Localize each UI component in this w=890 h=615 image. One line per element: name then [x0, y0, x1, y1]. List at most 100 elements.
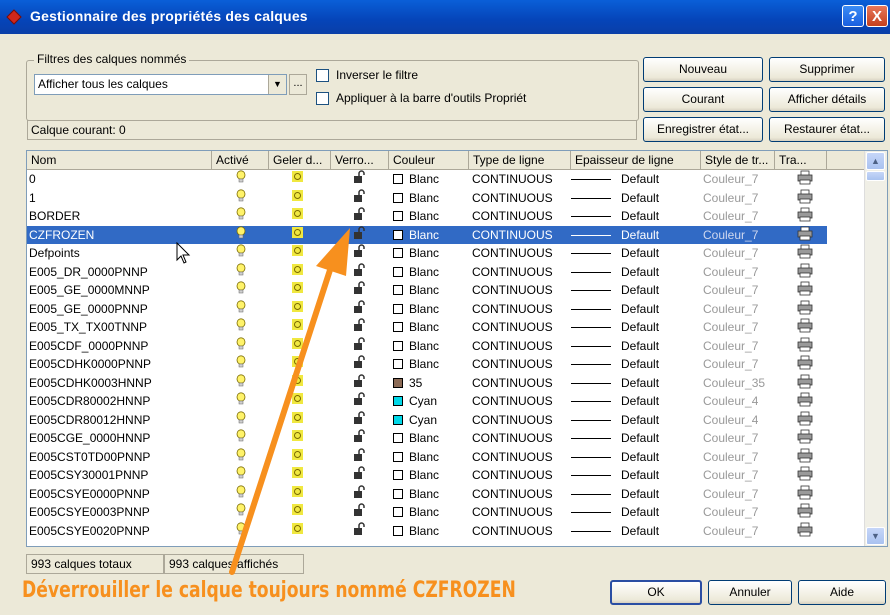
layer-lineweight[interactable]: Default: [621, 503, 659, 521]
lightbulb-icon[interactable]: [235, 281, 249, 299]
cancel-button[interactable]: Annuler: [708, 580, 792, 605]
layer-linetype[interactable]: CONTINUOUS: [472, 411, 553, 429]
layer-lineweight[interactable]: Default: [621, 337, 659, 355]
table-row[interactable]: CZFROZEN Blanc CONTINUOUS Default Couleur_7: [27, 225, 827, 244]
restore-state-button[interactable]: Restaurer état...: [769, 117, 885, 142]
layer-linetype[interactable]: CONTINUOUS: [472, 522, 553, 540]
freeze-sun-icon[interactable]: [291, 503, 305, 521]
layer-lineweight[interactable]: Default: [621, 429, 659, 447]
layer-lineweight[interactable]: Default: [621, 374, 659, 392]
layer-linetype[interactable]: CONTINUOUS: [472, 281, 553, 299]
table-row[interactable]: BORDER Blanc CONTINUOUS Default Couleur_7: [27, 207, 827, 226]
ok-button[interactable]: OK: [610, 580, 702, 605]
padlock-icon[interactable]: [353, 207, 367, 225]
printer-icon[interactable]: [797, 392, 815, 410]
scroll-up-icon[interactable]: ▲: [866, 152, 885, 170]
padlock-icon[interactable]: [353, 336, 367, 355]
freeze-sun-icon[interactable]: [291, 189, 305, 207]
chevron-down-icon[interactable]: ▼: [268, 75, 286, 94]
close-button[interactable]: X: [866, 5, 888, 27]
show-details-button[interactable]: Afficher détails: [769, 87, 885, 112]
color-swatch[interactable]: [393, 433, 403, 443]
freeze-sun-icon[interactable]: [291, 207, 305, 225]
layer-lineweight[interactable]: Default: [621, 226, 659, 244]
color-swatch[interactable]: [393, 192, 403, 203]
layer-lineweight[interactable]: Default: [621, 189, 659, 207]
layer-lineweight[interactable]: Default: [621, 263, 659, 281]
printer-icon[interactable]: [797, 503, 815, 521]
lightbulb-icon[interactable]: [235, 336, 249, 355]
color-swatch[interactable]: [393, 525, 403, 536]
padlock-icon[interactable]: [353, 170, 367, 188]
column-header-lineweight[interactable]: Epaisseur de ligne: [571, 151, 701, 169]
layer-linetype[interactable]: CONTINUOUS: [472, 429, 553, 447]
padlock-icon[interactable]: [353, 447, 367, 466]
color-swatch[interactable]: [393, 266, 403, 277]
table-row[interactable]: E005CDR80002HNNP Cyan CONTINUOUS Default Cou…: [27, 392, 827, 411]
layer-linetype[interactable]: CONTINUOUS: [472, 374, 553, 392]
layer-linetype[interactable]: CONTINUOUS: [472, 170, 553, 188]
padlock-icon[interactable]: [353, 373, 367, 392]
color-swatch[interactable]: [393, 322, 403, 332]
lightbulb-icon[interactable]: [235, 262, 249, 281]
column-header-plot[interactable]: Tra...: [775, 151, 827, 169]
layer-color[interactable]: Blanc: [409, 485, 439, 503]
lightbulb-icon[interactable]: [235, 355, 249, 373]
layer-color[interactable]: Blanc: [409, 318, 439, 336]
table-row[interactable]: E005CSYE0000PNNP Blanc CONTINUOUS Default Co…: [27, 484, 827, 504]
layer-color[interactable]: Blanc: [409, 244, 439, 262]
lightbulb-icon[interactable]: [235, 188, 249, 207]
column-header-on[interactable]: Activé: [212, 151, 269, 169]
color-swatch[interactable]: [393, 174, 403, 184]
table-row[interactable]: E005_GE_0000PNNP Blanc CONTINUOUS Default Co…: [27, 299, 827, 319]
table-row[interactable]: E005CSYE0020PNNP Blanc CONTINUOUS Default Co…: [27, 521, 827, 541]
layer-color[interactable]: Blanc: [409, 448, 439, 466]
layer-color[interactable]: Blanc: [409, 207, 439, 225]
printer-icon[interactable]: [797, 411, 815, 429]
layer-linetype[interactable]: CONTINUOUS: [472, 318, 553, 336]
color-swatch[interactable]: [393, 303, 403, 314]
layer-color[interactable]: Blanc: [409, 226, 439, 244]
color-swatch[interactable]: [393, 285, 403, 295]
column-header-lock[interactable]: Verro...: [331, 151, 389, 169]
padlock-icon[interactable]: [353, 244, 367, 262]
color-swatch[interactable]: [393, 396, 403, 406]
padlock-icon[interactable]: [353, 188, 367, 207]
scroll-down-icon[interactable]: ▼: [866, 527, 885, 545]
printer-icon[interactable]: [797, 318, 815, 336]
padlock-icon[interactable]: [353, 299, 367, 318]
freeze-sun-icon[interactable]: [291, 411, 305, 429]
padlock-icon[interactable]: [353, 318, 367, 336]
freeze-sun-icon[interactable]: [291, 429, 305, 447]
lightbulb-icon[interactable]: [235, 392, 249, 410]
printer-icon[interactable]: [797, 300, 815, 318]
freeze-sun-icon[interactable]: [291, 337, 305, 355]
filter-select[interactable]: Afficher tous les calques ▼: [34, 74, 287, 95]
printer-icon[interactable]: [797, 448, 815, 466]
table-row[interactable]: E005CDF_0000PNNP Blanc CONTINUOUS Default Co…: [27, 336, 827, 356]
color-swatch[interactable]: [393, 248, 403, 258]
save-state-button[interactable]: Enregistrer état...: [643, 117, 763, 142]
color-swatch[interactable]: [393, 470, 403, 480]
layer-linetype[interactable]: CONTINUOUS: [472, 207, 553, 225]
color-swatch[interactable]: [393, 211, 403, 221]
filter-dialog-button[interactable]: ...: [289, 74, 307, 95]
vertical-scrollbar[interactable]: ▲ ▼: [864, 151, 887, 546]
current-button[interactable]: Courant: [643, 87, 763, 112]
lightbulb-icon[interactable]: [235, 521, 249, 540]
title-bar[interactable]: Gestionnaire des propriétés des calques …: [0, 0, 890, 34]
printer-icon[interactable]: [797, 244, 815, 262]
layer-linetype[interactable]: CONTINUOUS: [472, 226, 553, 244]
layer-lineweight[interactable]: Default: [621, 448, 659, 466]
freeze-sun-icon[interactable]: [291, 522, 305, 540]
freeze-sun-icon[interactable]: [291, 281, 305, 299]
layer-linetype[interactable]: CONTINUOUS: [472, 189, 553, 207]
layer-lineweight[interactable]: Default: [621, 485, 659, 503]
layer-lineweight[interactable]: Default: [621, 522, 659, 540]
padlock-icon[interactable]: [353, 410, 367, 429]
column-header-name[interactable]: Nom: [27, 151, 212, 169]
layer-linetype[interactable]: CONTINUOUS: [472, 244, 553, 262]
table-row[interactable]: E005_TX_TX00TNNP Blanc CONTINUOUS Default Co…: [27, 318, 827, 337]
layer-color[interactable]: Blanc: [409, 503, 439, 521]
freeze-sun-icon[interactable]: [291, 170, 305, 188]
